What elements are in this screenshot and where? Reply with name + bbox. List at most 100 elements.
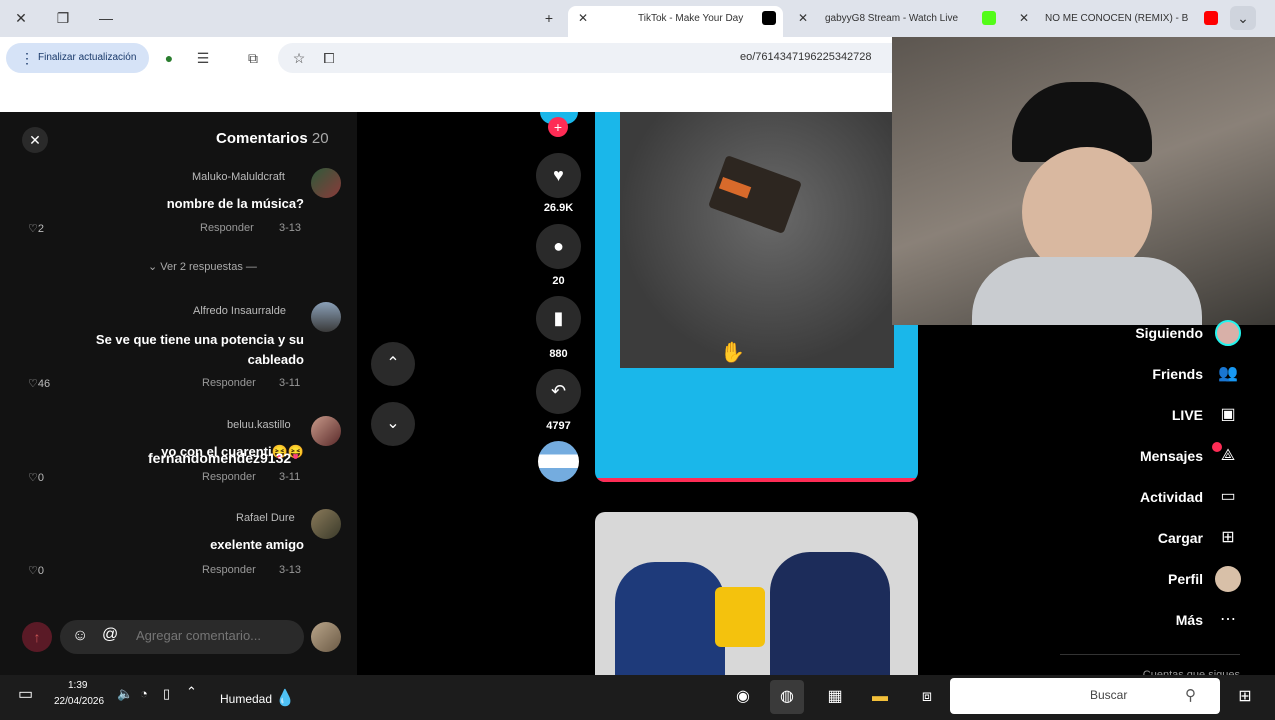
new-tab-button[interactable]: +: [536, 6, 562, 30]
sidebar-item-profile[interactable]: Perfil: [1100, 571, 1203, 599]
webcam-overlay: [892, 37, 1275, 325]
video-player[interactable]: [595, 112, 918, 482]
comment-date: 3-13: [279, 564, 302, 576]
comments-title-label: Comentarios: [216, 130, 308, 147]
wifi-icon[interactable]: ◔: [140, 686, 148, 701]
comment-username[interactable]: beluu.kastillo: [227, 419, 291, 431]
chrome-icon[interactable]: ◍: [770, 680, 804, 714]
previous-video-button[interactable]: ⌃: [371, 342, 415, 386]
tray-chevron-icon[interactable]: ⌃: [186, 684, 197, 700]
comment-input[interactable]: [136, 628, 296, 643]
weather-widget[interactable]: Humedad 💧: [220, 688, 295, 708]
view-replies-button[interactable]: ⌄ Ver 2 respuestas —: [148, 260, 257, 273]
more-icon: ⋯: [1220, 611, 1236, 628]
tab-youtube[interactable]: NO ME CONOCEN (REMIX) - B: [1015, 6, 1215, 37]
restore-window-button[interactable]: ❐: [50, 6, 76, 30]
sidebar-item-upload[interactable]: Cargar: [1100, 530, 1203, 558]
update-button[interactable]: ⋮ Finalizar actualización: [6, 43, 149, 73]
clock-time: 1:39: [68, 680, 88, 691]
comment-username[interactable]: Rafael Dure: [236, 512, 295, 524]
comment-like-button[interactable]: ♡0: [28, 471, 44, 484]
sidebar-item-more[interactable]: Más: [1100, 612, 1203, 640]
next-video-thumbnail[interactable]: [595, 512, 918, 675]
avatar[interactable]: [311, 302, 341, 332]
follow-plus-icon[interactable]: +: [548, 117, 568, 137]
battery-icon[interactable]: ▯: [163, 686, 170, 702]
video-progress-bar[interactable]: [595, 478, 918, 482]
save-count: 880: [549, 348, 568, 360]
sidebar-section-heading: Cuentas que sigues: [1142, 669, 1240, 675]
sidebar-item-messages[interactable]: Mensajes: [1100, 448, 1203, 476]
comment-username[interactable]: Alfredo Insaurralde: [193, 305, 286, 317]
profile-icon[interactable]: ●: [158, 47, 180, 69]
taskbar-search[interactable]: Buscar ⚲: [950, 678, 1220, 714]
sidebar-divider: [1060, 654, 1240, 655]
update-label: Finalizar actualización: [38, 52, 137, 63]
file-explorer-icon[interactable]: ▬: [863, 680, 897, 714]
close-comments-button[interactable]: ✕: [22, 127, 48, 153]
tab-kick[interactable]: gabyyG8 Stream - Watch Live: [800, 6, 990, 37]
comment-button[interactable]: ●: [536, 224, 581, 269]
tab-title: TikTok - Make Your Day: [638, 13, 744, 24]
extensions-icon[interactable]: ⧉: [242, 47, 264, 69]
tab-youtube-close-icon[interactable]: ✕: [1015, 9, 1033, 27]
comment-like-button[interactable]: ♡46: [28, 377, 50, 390]
send-comment-button[interactable]: ↑: [22, 622, 52, 652]
minecraft-icon[interactable]: ▦: [818, 680, 852, 714]
friends-icon: 👥: [1218, 365, 1238, 382]
video-frame: [620, 112, 894, 368]
sidebar-item-friends[interactable]: Friends: [1100, 366, 1203, 394]
share-button[interactable]: ↶: [536, 369, 581, 414]
like-count: 2: [37, 223, 44, 235]
comment-username[interactable]: Maluko-Maluldcraft: [192, 171, 285, 183]
clock-date: 22/04/2026: [54, 696, 105, 707]
reply-button[interactable]: Responder: [202, 471, 256, 483]
comment-like-button[interactable]: ♡0: [28, 564, 44, 577]
bookmark-star-icon[interactable]: ☆: [288, 47, 310, 69]
next-video-button[interactable]: ⌄: [371, 402, 415, 446]
comment-text: nombre de la música?: [166, 196, 304, 211]
view-replies-label: Ver 2 respuestas: [160, 261, 243, 273]
tab-list-icon[interactable]: ☰: [192, 47, 214, 69]
comment-count: 20: [552, 275, 565, 287]
obs-icon[interactable]: ◉: [726, 680, 760, 714]
heart-icon: ♡: [28, 565, 38, 577]
music-disc-flag-icon[interactable]: [538, 441, 579, 482]
avatar: [311, 622, 341, 652]
like-button[interactable]: ♥: [536, 153, 581, 198]
close-window-button[interactable]: ✕: [8, 6, 34, 30]
tab-search-button[interactable]: ⌄: [1230, 6, 1256, 30]
sidebar-item-live[interactable]: LIVE: [1100, 407, 1203, 435]
volume-icon[interactable]: 🔈: [117, 686, 133, 702]
reply-button[interactable]: Responder: [202, 377, 256, 389]
hand-cursor-icon: ✋: [720, 342, 745, 364]
site-info-icon[interactable]: ⧠: [318, 47, 340, 69]
notification-center-icon[interactable]: ▭: [18, 684, 33, 704]
sidebar-item-following[interactable]: Siguiendo: [1100, 325, 1203, 353]
menu-dots-icon: ⋮: [20, 50, 34, 66]
tab-tiktok[interactable]: TikTok - Make Your Day: [568, 6, 783, 37]
tiktok-icon: [762, 11, 776, 25]
comment-text: Se ve que tiene una potencia y su cablea…: [95, 332, 304, 367]
search-label: Buscar: [1090, 688, 1128, 702]
avatar[interactable]: [311, 168, 341, 198]
person-figure: [615, 562, 725, 675]
reply-button[interactable]: Responder: [200, 222, 254, 234]
minimize-window-button[interactable]: —: [93, 6, 119, 30]
tab-tiktok-close-icon[interactable]: ✕: [574, 9, 592, 27]
heart-icon: ♡: [28, 223, 38, 235]
boca-logo-icon: [715, 587, 765, 647]
url-text: eo/7614347196225342728: [740, 51, 872, 63]
video-username[interactable]: fernandomendez9132: [148, 450, 291, 466]
reply-button[interactable]: Responder: [202, 564, 256, 576]
mention-icon[interactable]: @: [102, 626, 118, 644]
comment-like-button[interactable]: ♡2: [28, 222, 44, 235]
avatar[interactable]: [311, 509, 341, 539]
task-view-icon[interactable]: ⧈: [910, 680, 944, 714]
avatar[interactable]: [311, 416, 341, 446]
save-button[interactable]: ▮: [536, 296, 581, 341]
sidebar-item-activity[interactable]: Actividad: [1100, 489, 1203, 517]
emoji-icon[interactable]: ☺: [72, 627, 88, 645]
tab-kick-close-icon[interactable]: ✕: [794, 9, 812, 27]
windows-start-icon[interactable]: ⊞: [1228, 680, 1262, 714]
